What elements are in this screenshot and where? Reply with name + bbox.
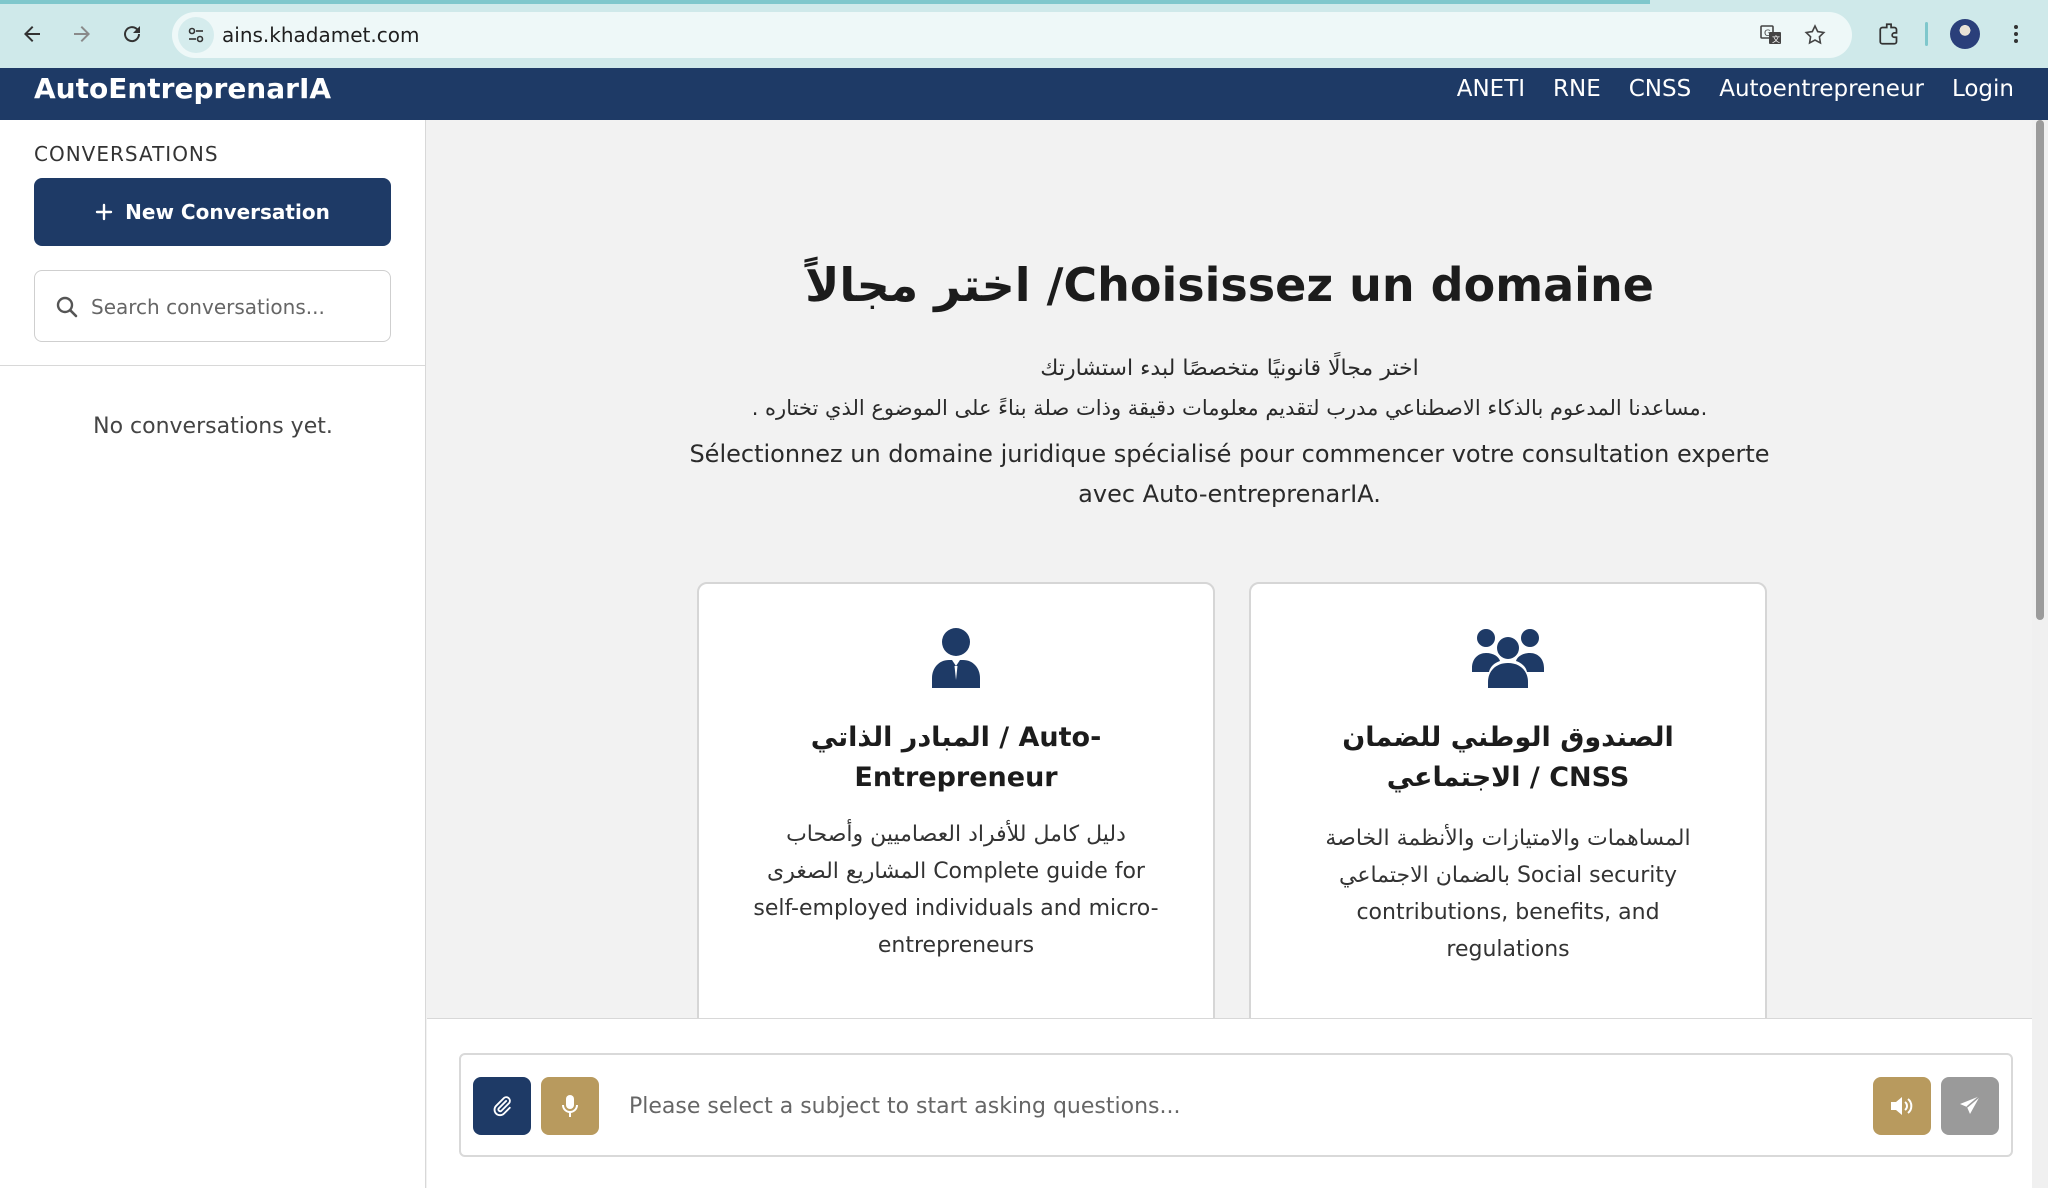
back-icon[interactable]	[12, 14, 52, 54]
chat-area	[427, 1018, 2048, 1188]
domain-card-auto-entrepreneur[interactable]: المبادر الذاتي / Auto-Entrepreneur دليل …	[697, 582, 1215, 1018]
search-icon	[56, 296, 78, 318]
card-description: المساهمات والامتيازات والأنظمة الخاصة با…	[1325, 826, 1691, 962]
new-conversation-label: New Conversation	[125, 200, 330, 224]
chat-message-input[interactable]	[629, 1085, 1829, 1127]
extensions-icon[interactable]	[1870, 14, 1910, 54]
page-title: اختر مجالاً /Choisissez un domaine	[805, 258, 1654, 312]
toolbar-divider	[1925, 22, 1928, 46]
search-conversations-input[interactable]	[91, 289, 381, 325]
domain-card-cnss[interactable]: الصندوق الوطني للضمان الاجتماعي / CNSS ا…	[1249, 582, 1767, 1018]
reload-icon[interactable]	[112, 14, 152, 54]
nav-link-autoentrepreneur[interactable]: Autoentrepreneur	[1719, 76, 1924, 102]
subtitle-arabic-1: اختر مجالًا قانونيًا متخصصًا لبدء استشار…	[1040, 356, 1419, 381]
card-description: دليل كامل للأفراد العصاميين وأصحاب المشا…	[753, 822, 1159, 958]
card-title: الصندوق الوطني للضمان الاجتماعي / CNSS	[1342, 722, 1674, 793]
paperclip-icon	[493, 1096, 511, 1117]
microphone-button[interactable]	[541, 1077, 599, 1135]
send-button[interactable]	[1941, 1077, 1999, 1135]
address-bar[interactable]: ains.khadamet.com G文	[172, 12, 1852, 58]
microphone-icon	[562, 1095, 578, 1117]
brand-logo[interactable]: AutoEntreprenarIA	[34, 72, 331, 105]
card-title: المبادر الذاتي / Auto-Entrepreneur	[810, 722, 1102, 793]
nav-link-cnss[interactable]: CNSS	[1629, 76, 1691, 102]
svg-text:文: 文	[1772, 34, 1780, 44]
sidebar-divider	[0, 365, 426, 366]
users-icon	[1472, 629, 1544, 688]
url-text: ains.khadamet.com	[222, 23, 420, 47]
site-info-icon[interactable]	[178, 17, 214, 53]
empty-conversations-message: No conversations yet.	[93, 414, 333, 439]
send-icon	[1960, 1095, 1981, 1114]
translate-icon[interactable]: G文	[1756, 20, 1786, 50]
text-to-speech-button[interactable]	[1873, 1077, 1931, 1135]
main-content: اختر مجالاً /Choisissez un domaine اختر …	[427, 120, 2032, 1018]
plus-icon	[95, 203, 113, 221]
sidebar: CONVERSATIONS New Conversation No conver…	[0, 120, 426, 1188]
search-conversations-box	[34, 270, 391, 342]
scrollbar-thumb[interactable]	[2036, 120, 2044, 620]
subtitle-arabic-2: .مساعدنا المدعوم بالذكاء الاصطناعي مدرب …	[751, 396, 1708, 420]
attach-button[interactable]	[473, 1077, 531, 1135]
nav-link-rne[interactable]: RNE	[1553, 76, 1601, 102]
profile-avatar[interactable]	[1945, 14, 1985, 54]
app-header: AutoEntreprenarIA ANETI RNE CNSS Autoent…	[0, 68, 2048, 120]
nav-link-login[interactable]: Login	[1952, 76, 2014, 102]
user-tie-icon	[932, 628, 980, 688]
menu-kebab-icon[interactable]	[1996, 14, 2036, 54]
new-conversation-button[interactable]: New Conversation	[34, 178, 391, 246]
page-scrollbar[interactable]	[2032, 120, 2048, 1188]
sidebar-heading: CONVERSATIONS	[34, 142, 219, 166]
loading-bar	[0, 0, 1650, 4]
volume-icon	[1891, 1097, 1913, 1115]
nav-link-aneti[interactable]: ANETI	[1457, 76, 1525, 102]
bookmark-star-icon[interactable]	[1800, 20, 1830, 50]
forward-icon[interactable]	[62, 14, 102, 54]
chat-composer	[459, 1053, 2013, 1157]
subtitle-french: Sélectionnez un domaine juridique spécia…	[689, 440, 1770, 508]
top-nav: ANETI RNE CNSS Autoentrepreneur Login	[1457, 76, 2014, 102]
browser-toolbar: ains.khadamet.com G文	[0, 0, 2048, 68]
